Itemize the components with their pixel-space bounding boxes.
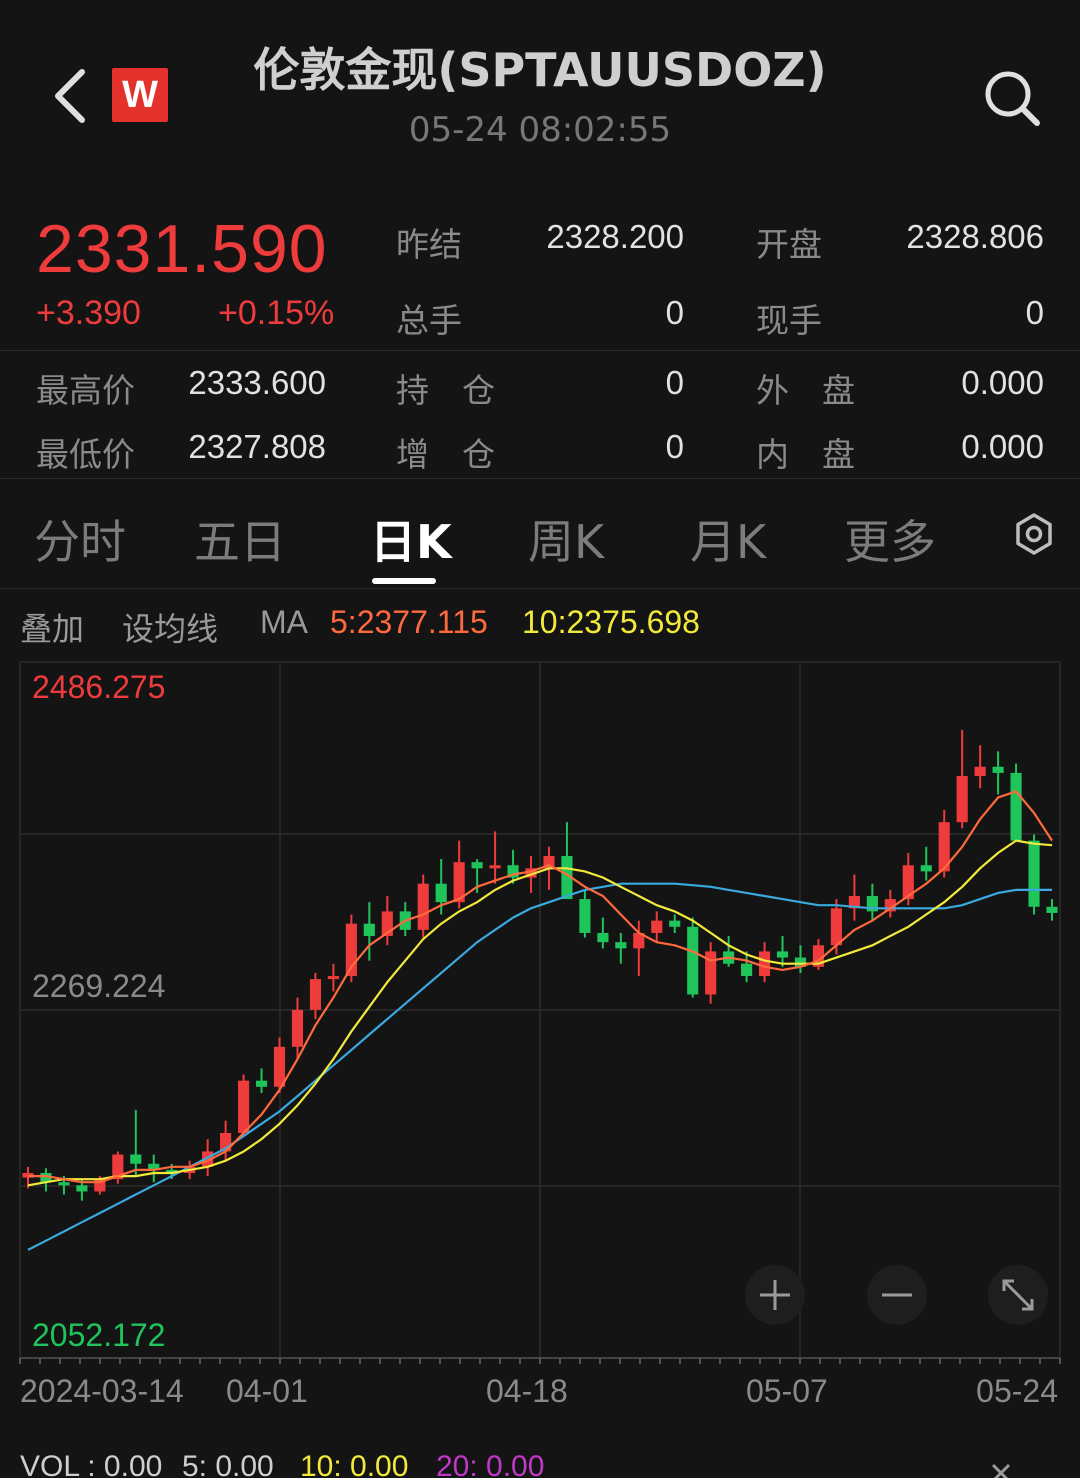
x-label-may07: 05-07 (746, 1373, 828, 1409)
vol-value: VOL : 0.00 (20, 1450, 163, 1478)
tab-monthly-k[interactable]: 月K (690, 506, 766, 572)
overlay-button[interactable]: 叠加 (20, 604, 84, 650)
candle-body (956, 775, 968, 823)
candle-body (1046, 906, 1058, 913)
ma-label: MA (260, 604, 308, 640)
total-volume-value: 0 (665, 294, 684, 331)
candle-body (76, 1185, 88, 1192)
candle-body (309, 979, 322, 1010)
candle-body (830, 908, 842, 946)
y-max-label: 2486.275 (32, 669, 165, 705)
candle-body (273, 1046, 286, 1087)
quote-timestamp: 05-24 08:02:55 (408, 110, 672, 150)
zoom-in-button[interactable] (745, 1265, 805, 1325)
candle-body (255, 1080, 268, 1087)
candle-body (471, 862, 483, 869)
candle-body (579, 899, 591, 933)
candle-body (741, 963, 753, 977)
active-tab-indicator (372, 578, 436, 584)
inner-volume-value: 0.000 (961, 428, 1044, 465)
candle-body (597, 932, 609, 943)
candle-body (1028, 840, 1040, 907)
open-label: 开盘 (756, 225, 822, 264)
x-label-apr18: 04-18 (486, 1373, 568, 1409)
vol20-value: 20: 0.00 (436, 1450, 545, 1478)
settings-gear-icon[interactable] (1012, 512, 1056, 556)
set-ma-button[interactable]: 设均线 (122, 604, 218, 650)
x-label-start: 2024-03-14 (20, 1373, 184, 1409)
search-icon[interactable] (982, 68, 1042, 128)
app-header: W 伦敦金现(SPTAUUSDOZ) 05-24 08:02:55 (0, 0, 1080, 190)
tab-daily-k[interactable]: 日K (370, 506, 452, 572)
prev-settle-label: 昨结 (396, 225, 462, 264)
price-change-percent: +0.15% (218, 294, 335, 332)
candle-body (1010, 772, 1022, 841)
candle-body (291, 1009, 304, 1047)
ma10-value: 10:2375.698 (522, 604, 700, 640)
low-value: 2327.808 (188, 428, 326, 465)
candlestick-chart[interactable]: 2486.275 2269.224 2052.172 2024-03-14 04… (0, 660, 1080, 1420)
y-mid-label: 2269.224 (32, 968, 165, 1004)
expand-icon[interactable] (988, 1265, 1048, 1325)
x-axis: 2024-03-14 04-01 04-18 05-07 05-24 (19, 1357, 1061, 1409)
current-volume-value: 0 (1025, 294, 1044, 331)
vol5-value: 5: 0.00 (182, 1450, 274, 1478)
candle-body (435, 883, 447, 903)
candle-body (417, 883, 429, 930)
ma5-value: 5:2377.115 (330, 604, 488, 640)
candle-body (327, 976, 339, 980)
position-label: 持 仓 (396, 371, 495, 410)
tab-five-day[interactable]: 五日 (194, 506, 286, 572)
low-label: 最低价 (36, 435, 135, 474)
current-volume-label: 现手 (756, 301, 822, 340)
candle-body (651, 920, 663, 933)
x-label-apr01: 04-01 (226, 1373, 308, 1409)
quote-panel: 2331.590 +3.390 +0.15% 昨结 2328.200 开盘 23… (0, 200, 1080, 480)
ma-indicator-row: 叠加 设均线 MA 5:2377.115 10:2375.698 (0, 600, 1080, 650)
candle-body (758, 951, 771, 977)
page-title: 伦敦金现(SPTAUUSDOZ) (253, 43, 827, 97)
candle-body (992, 766, 1004, 773)
price-change: +3.390 (36, 294, 141, 332)
close-icon[interactable] (990, 1462, 1012, 1478)
candle-body (669, 920, 681, 927)
chart-grid (19, 661, 1061, 1359)
divider (0, 588, 1080, 589)
candle-body (489, 865, 501, 869)
zoom-out-button[interactable] (867, 1265, 927, 1325)
period-tabs: 分时 五日 日K 周K 月K 更多 (0, 490, 1080, 590)
outer-volume-value: 0.000 (961, 364, 1044, 401)
divider (0, 350, 1080, 351)
open-value: 2328.806 (906, 218, 1044, 255)
add-position-label: 增 仓 (396, 435, 495, 474)
y-min-label: 2052.172 (32, 1317, 165, 1353)
high-value: 2333.600 (188, 364, 326, 401)
candle-body (920, 865, 932, 872)
candle-body (363, 923, 375, 937)
candle-body (615, 942, 627, 949)
x-label-may24: 05-24 (976, 1373, 1058, 1409)
add-position-value: 0 (665, 428, 684, 465)
volume-indicator-row: VOL : 0.00 5: 0.00 10: 0.00 20: 0.00 (0, 1446, 1080, 1478)
last-price: 2331.590 (36, 211, 328, 287)
vol10-value: 10: 0.00 (300, 1450, 409, 1478)
high-label: 最高价 (36, 371, 135, 410)
tab-more[interactable]: 更多 (844, 506, 936, 572)
tab-intraday[interactable]: 分时 (34, 506, 126, 572)
inner-volume-label: 内 盘 (756, 435, 855, 474)
candle-body (776, 951, 789, 958)
divider (0, 478, 1080, 479)
candle-body (238, 1080, 250, 1133)
tab-weekly-k[interactable]: 周K (528, 506, 604, 572)
candle-body (130, 1154, 142, 1164)
position-value: 0 (665, 364, 684, 401)
candle-body (974, 766, 986, 776)
candle-body (58, 1182, 70, 1186)
candle-body (687, 926, 699, 995)
outer-volume-label: 外 盘 (756, 371, 855, 410)
total-volume-label: 总手 (396, 301, 462, 340)
prev-settle-value: 2328.200 (546, 218, 684, 255)
